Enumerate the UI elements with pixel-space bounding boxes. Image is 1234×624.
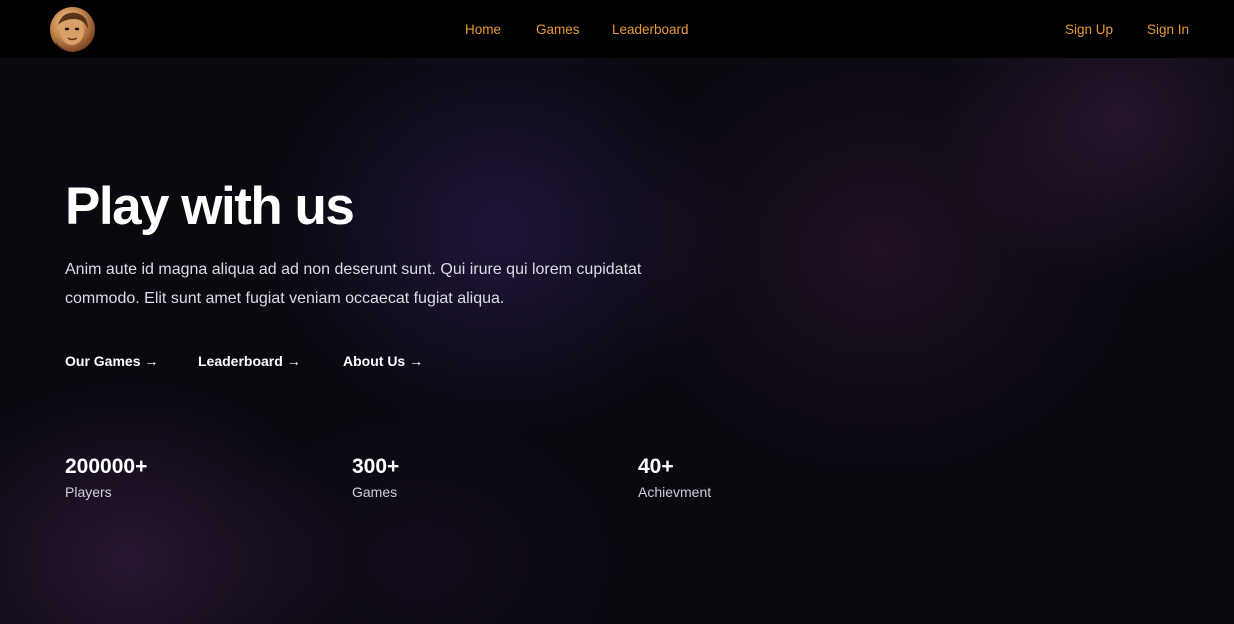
logo-avatar-icon[interactable]	[50, 7, 95, 52]
stat-label: Achievment	[638, 484, 712, 500]
leaderboard-link[interactable]: Leaderboard →	[198, 353, 301, 369]
main-nav: Home Games Leaderboard Sign Up Sign In	[0, 0, 1234, 58]
our-games-link[interactable]: Our Games →	[65, 353, 158, 369]
stat-value: 300+	[352, 455, 400, 478]
navbar: Home Games Leaderboard Sign Up Sign In	[0, 0, 1234, 58]
about-us-link[interactable]: About Us →	[343, 353, 423, 369]
hero-description: Anim aute id magna aliqua ad ad non dese…	[65, 261, 642, 307]
nav-link-games[interactable]: Games	[536, 0, 580, 60]
stat-label: Players	[65, 484, 112, 500]
nav-link-home[interactable]: Home	[465, 0, 501, 60]
stat-label: Games	[352, 484, 398, 500]
hero-title: Play with us	[65, 177, 355, 236]
page: Home Games Leaderboard Sign Up Sign In P…	[0, 0, 1234, 624]
stat-value: 200000+	[65, 455, 148, 478]
stat-achievements: 40+ Achievment	[638, 454, 711, 501]
nav-link-leaderboard[interactable]: Leaderboard	[612, 0, 689, 60]
stat-games: 300+ Games	[352, 454, 399, 501]
stat-value: 40+	[638, 455, 674, 478]
sign-in-link[interactable]: Sign In	[1147, 0, 1189, 60]
stat-players: 200000+ Players	[65, 454, 147, 501]
sign-up-link[interactable]: Sign Up	[1065, 0, 1113, 60]
